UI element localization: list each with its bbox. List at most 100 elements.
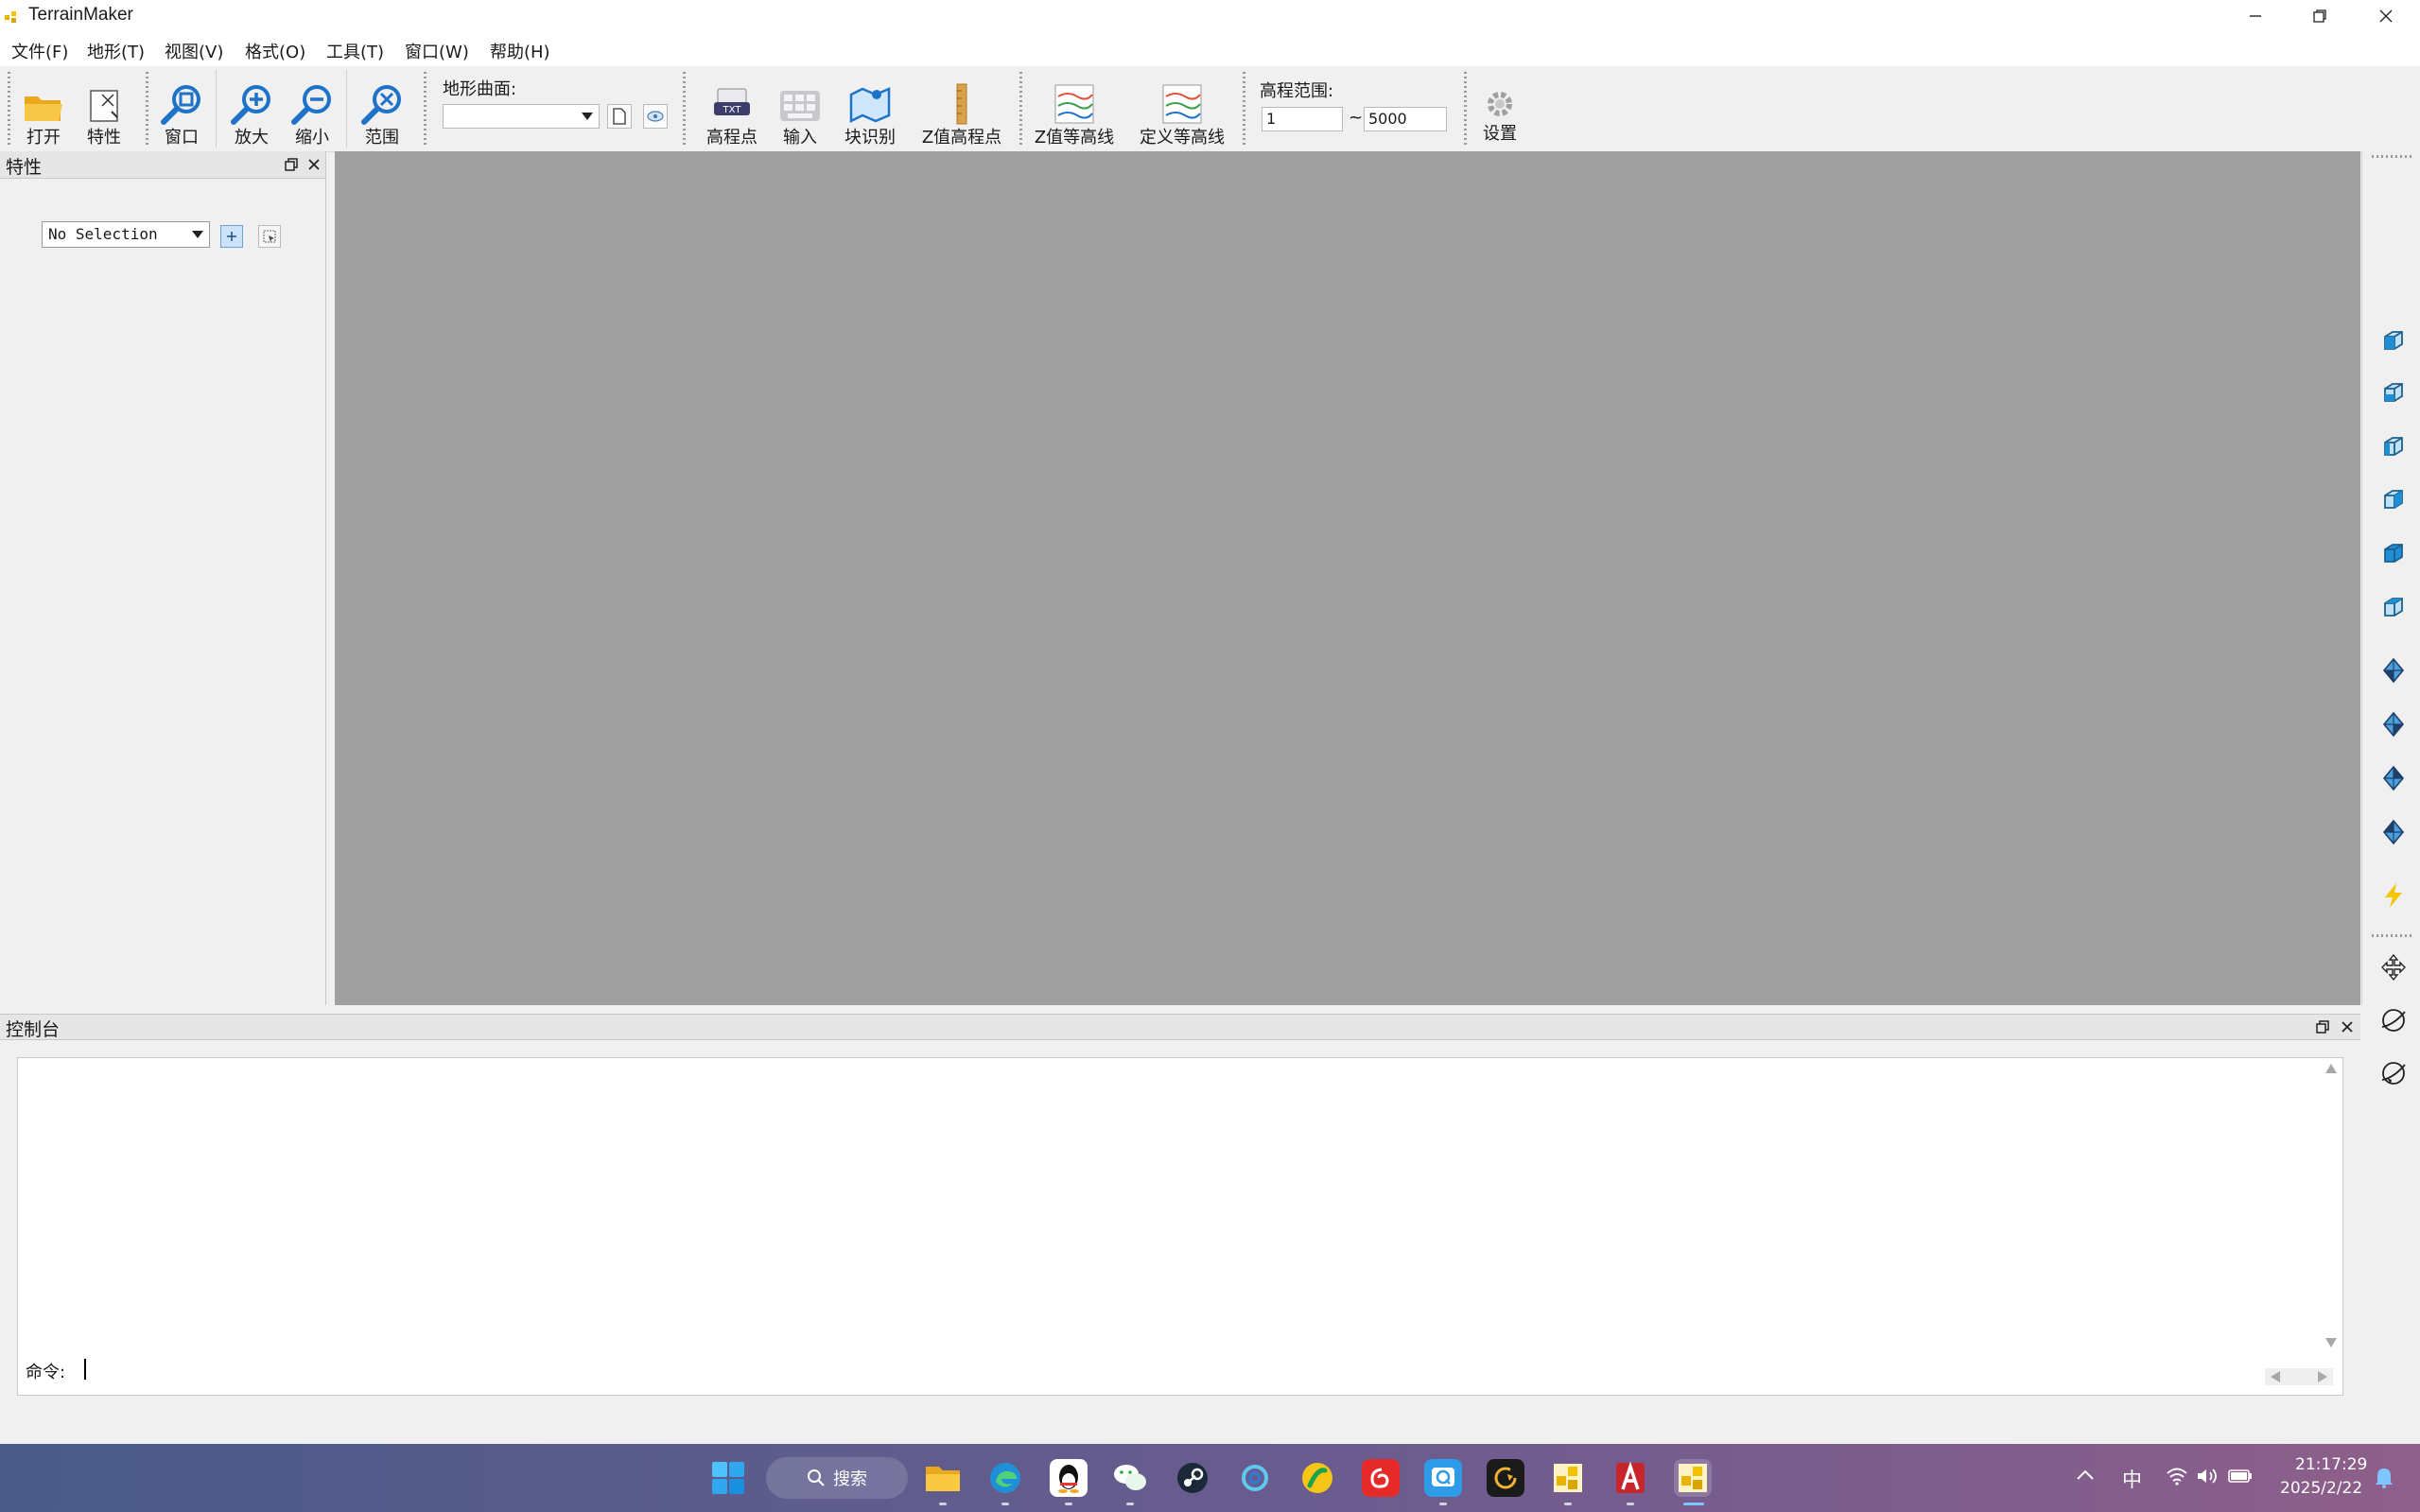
settings-button[interactable]: 设置 xyxy=(1475,74,1524,144)
pan-icon[interactable] xyxy=(2379,953,2408,982)
netease-music-button[interactable] xyxy=(1362,1459,1400,1497)
quick-select-button[interactable] xyxy=(258,225,281,248)
properties-panel-header: 特性 xyxy=(0,151,325,179)
console-scrollbar[interactable] xyxy=(2322,1064,2341,1347)
zoom-extent-button[interactable]: 范围 xyxy=(356,74,409,148)
close-console-button[interactable] xyxy=(2338,1017,2357,1036)
wifi-icon[interactable] xyxy=(2166,1467,2188,1486)
add-selection-button[interactable] xyxy=(220,225,243,248)
view-bottom-icon[interactable] xyxy=(2379,379,2408,408)
open-button[interactable]: 打开 xyxy=(19,74,68,148)
view-front-icon[interactable] xyxy=(2379,540,2408,568)
view-left-icon[interactable] xyxy=(2379,433,2408,461)
z-elev-points-button[interactable]: Z值高程点 xyxy=(915,74,1008,148)
toolbar-grip[interactable] xyxy=(1464,72,1467,146)
close-button[interactable] xyxy=(2353,0,2419,32)
menu-terrain[interactable]: 地形(T) xyxy=(87,39,145,63)
elev-min-input[interactable]: 1 xyxy=(1262,107,1343,131)
menu-view[interactable]: 视图(V) xyxy=(165,39,223,63)
scroll-up-icon[interactable] xyxy=(2325,1064,2337,1073)
new-surface-button[interactable] xyxy=(607,104,632,129)
iso-sw-icon[interactable] xyxy=(2379,656,2408,685)
toolbar-grip[interactable] xyxy=(1019,72,1022,146)
minimize-button[interactable] xyxy=(2222,0,2289,32)
menu-format[interactable]: 格式(O) xyxy=(245,39,305,63)
toolbar-grip[interactable] xyxy=(2372,934,2411,937)
wechat-button[interactable] xyxy=(1111,1459,1149,1497)
view-back-icon[interactable] xyxy=(2379,594,2408,622)
toolbar-grip[interactable] xyxy=(2372,155,2411,158)
console-output[interactable]: 命令: xyxy=(17,1057,2343,1396)
scroll-left-icon[interactable] xyxy=(2271,1371,2280,1382)
menu-window[interactable]: 窗口(W) xyxy=(405,39,469,63)
circular-arrow-icon xyxy=(1494,1467,1517,1489)
wechat-icon xyxy=(1114,1465,1146,1490)
view-right-icon[interactable] xyxy=(2379,486,2408,514)
view-top-icon[interactable] xyxy=(2379,327,2408,356)
music-app-button[interactable] xyxy=(1298,1459,1336,1497)
properties-panel: 特性 No Selection xyxy=(0,151,326,1005)
toolbar-grip[interactable] xyxy=(683,72,686,146)
selection-dropdown[interactable]: No Selection xyxy=(42,221,210,248)
command-input[interactable] xyxy=(82,1353,2220,1385)
view-toolbar xyxy=(2361,151,2420,1085)
app-ring-button[interactable] xyxy=(1236,1459,1274,1497)
view-surface-button[interactable] xyxy=(643,104,668,129)
clock-time[interactable]: 21:17:29 xyxy=(2295,1455,2367,1474)
tool-app-button[interactable] xyxy=(1487,1459,1524,1497)
iso-nw-icon[interactable] xyxy=(2379,818,2408,846)
menu-help[interactable]: 帮助(H) xyxy=(490,39,550,63)
menu-file[interactable]: 文件(F) xyxy=(11,39,68,63)
music-app-icon xyxy=(1302,1463,1332,1493)
z-contours-button[interactable]: Z值等高线 xyxy=(1031,74,1118,148)
file-explorer-button[interactable] xyxy=(924,1459,962,1497)
free-orbit-icon[interactable] xyxy=(2379,1059,2408,1087)
terrainmaker-pinned-button[interactable] xyxy=(1549,1459,1587,1497)
chevron-down-icon xyxy=(582,113,593,120)
volume-icon[interactable] xyxy=(2196,1467,2219,1486)
battery-icon[interactable] xyxy=(2228,1469,2253,1484)
toolbar-grip[interactable] xyxy=(146,72,148,146)
scroll-down-icon[interactable] xyxy=(2325,1338,2337,1347)
properties-button[interactable]: 特性 xyxy=(79,74,129,148)
surface-dropdown[interactable] xyxy=(443,104,600,129)
zoom-window-button[interactable]: 窗口 xyxy=(155,74,208,148)
float-panel-button[interactable] xyxy=(282,155,301,174)
clock-date[interactable]: 2025/2/22 xyxy=(2280,1479,2362,1498)
autocad-icon xyxy=(1616,1461,1645,1493)
autocad-button[interactable] xyxy=(1611,1459,1649,1497)
restore-button[interactable] xyxy=(2287,0,2353,32)
qq-button[interactable] xyxy=(1050,1459,1088,1497)
ime-indicator[interactable]: 中 xyxy=(2122,1465,2142,1493)
iso-se-icon[interactable] xyxy=(2379,710,2408,739)
import-button[interactable]: 输入 xyxy=(772,74,828,148)
block-recognize-button[interactable]: 块识别 xyxy=(834,74,906,148)
close-panel-button[interactable] xyxy=(305,155,323,174)
zoom-out-button[interactable]: 缩小 xyxy=(286,74,339,148)
zoom-in-button[interactable]: 放大 xyxy=(225,74,278,148)
scroll-right-icon[interactable] xyxy=(2318,1371,2327,1382)
lightning-icon[interactable] xyxy=(2379,881,2408,910)
taskbar-search[interactable]: 搜索 xyxy=(766,1457,908,1499)
terrainmaker-active-button[interactable] xyxy=(1674,1459,1712,1497)
chat-app-button[interactable] xyxy=(1424,1459,1462,1497)
menu-bar: 文件(F) 地形(T) 视图(V) 格式(O) 工具(T) 窗口(W) 帮助(H… xyxy=(0,32,2420,66)
start-button[interactable] xyxy=(709,1459,747,1497)
float-console-button[interactable] xyxy=(2313,1017,2332,1036)
chevron-up-icon[interactable] xyxy=(2077,1469,2094,1480)
drawing-canvas[interactable] xyxy=(335,151,2360,1005)
plus-icon xyxy=(227,232,236,241)
elev-points-button[interactable]: TXT 高程点 xyxy=(698,74,766,148)
edge-button[interactable] xyxy=(986,1459,1024,1497)
notification-bell-icon[interactable] xyxy=(2374,1467,2394,1489)
toolbar-grip[interactable] xyxy=(424,72,427,146)
menu-tools[interactable]: 工具(T) xyxy=(326,39,384,63)
orbit-icon[interactable] xyxy=(2379,1006,2408,1034)
toolbar-grip[interactable] xyxy=(8,72,10,146)
elev-max-input[interactable]: 5000 xyxy=(1364,107,1447,131)
iso-ne-icon[interactable] xyxy=(2379,764,2408,792)
steam-button[interactable] xyxy=(1174,1459,1211,1497)
define-contours-button[interactable]: 定义等高线 xyxy=(1133,74,1231,148)
console-hscrollbar[interactable] xyxy=(2265,1368,2333,1385)
toolbar-grip[interactable] xyxy=(1243,72,1245,146)
